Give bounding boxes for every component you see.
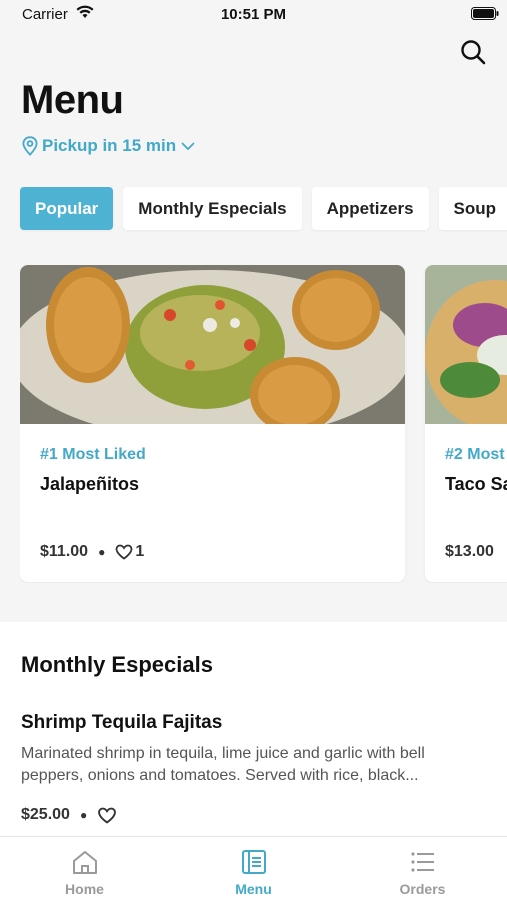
- tabbar-orders[interactable]: Orders: [338, 837, 507, 901]
- pickup-label: Pickup in 15 min: [42, 136, 177, 155]
- page-title: Menu: [21, 78, 124, 122]
- monthly-especials-section: Monthly Especials Shrimp Tequila Fajitas…: [0, 622, 507, 842]
- tabbar-menu[interactable]: Menu: [169, 837, 338, 901]
- menu-item-name[interactable]: Shrimp Tequila Fajitas: [21, 712, 222, 734]
- status-bar: Carrier 10:51 PM: [0, 0, 507, 28]
- tab-popular[interactable]: Popular: [20, 187, 114, 230]
- popular-card[interactable]: #1 Most Liked Jalapeñitos $11.00 ● 1: [20, 265, 405, 582]
- card-name: Taco Salad: [445, 474, 507, 494]
- card-name: Jalapeñitos: [40, 474, 140, 494]
- separator-dot: ●: [79, 808, 88, 822]
- card-likes: 1: [135, 543, 145, 560]
- card-meta: $11.00 ● 1: [40, 543, 144, 561]
- menu-book-icon: [241, 850, 266, 874]
- card-price: $13.00: [445, 543, 494, 560]
- section-title: Monthly Especials: [21, 652, 213, 677]
- tabbar-home-label: Home: [65, 881, 104, 897]
- pickup-selector[interactable]: Pickup in 15 min: [22, 136, 196, 156]
- taco-salad-photo: [425, 265, 507, 424]
- chevron-down-icon: [181, 142, 195, 151]
- tab-appetizers[interactable]: Appetizers: [311, 187, 429, 230]
- jalapenitos-photo: [20, 265, 405, 424]
- tab-monthly-especials[interactable]: Monthly Especials: [123, 187, 302, 230]
- menu-item-price: $25.00: [21, 806, 70, 823]
- home-icon: [72, 851, 97, 874]
- card-meta: $13.00: [445, 543, 494, 561]
- tab-soup[interactable]: Soup: [438, 187, 507, 230]
- popular-card[interactable]: #2 Most Liked Taco Salad $13.00: [425, 265, 507, 582]
- tabbar-home[interactable]: Home: [0, 837, 169, 901]
- bottom-tab-bar: Home Menu Orders: [0, 836, 507, 901]
- battery-icon: [471, 7, 499, 20]
- card-rank: #2 Most Liked: [445, 446, 507, 463]
- tabbar-orders-label: Orders: [399, 881, 446, 897]
- separator-dot: ●: [98, 545, 106, 559]
- location-pin-icon: [22, 136, 38, 156]
- card-price: $11.00: [40, 543, 89, 560]
- search-button[interactable]: [459, 38, 487, 66]
- list-icon: [410, 852, 434, 872]
- popular-carousel: #1 Most Liked Jalapeñitos $11.00 ● 1 #2 …: [20, 265, 507, 583]
- heart-icon[interactable]: [115, 544, 133, 560]
- category-tabs: Popular Monthly Especials Appetizers Sou…: [20, 187, 507, 230]
- heart-icon[interactable]: [97, 807, 117, 824]
- menu-item-meta: $25.00 ●: [21, 806, 117, 824]
- card-rank: #1 Most Liked: [40, 446, 146, 463]
- search-icon: [461, 40, 486, 65]
- menu-item-description: Marinated shrimp in tequila, lime juice …: [21, 745, 425, 784]
- status-time: 10:51 PM: [220, 6, 287, 23]
- tabbar-menu-label: Menu: [235, 881, 272, 897]
